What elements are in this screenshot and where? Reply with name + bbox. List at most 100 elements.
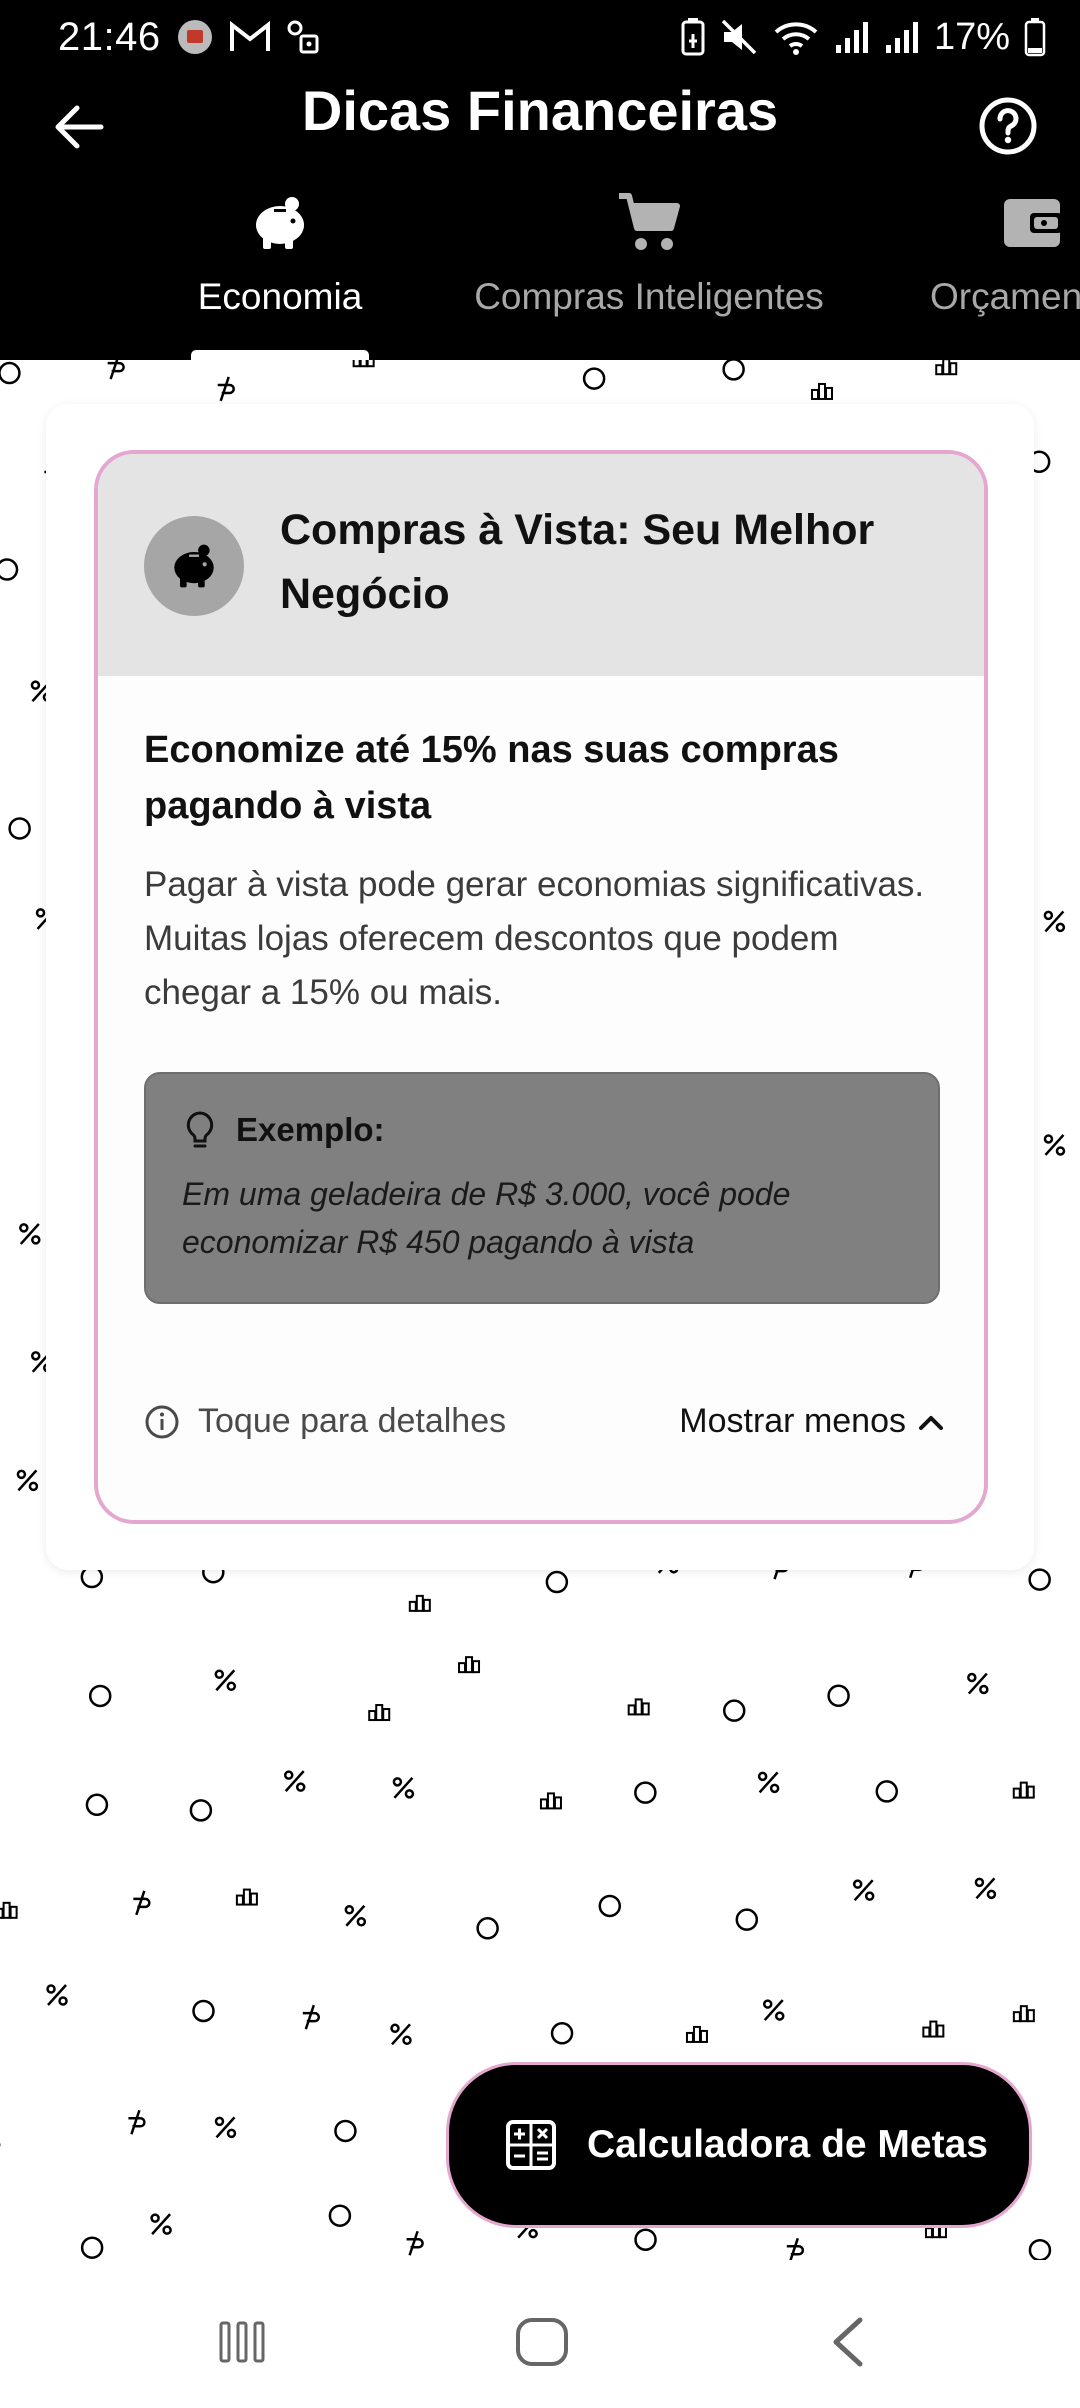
circle-pattern-glyph [85,1793,109,1817]
gmail-icon [229,20,271,54]
percent-pattern-glyph [392,1777,415,1799]
goal-calculator-button[interactable]: Calculadora de Metas [446,2062,1032,2228]
circle-pattern-glyph [192,1999,215,2023]
circle-pattern-glyph [8,817,31,840]
percent-pattern-glyph [762,1999,785,2021]
bars-pattern-glyph [352,360,375,368]
card-header: Compras à Vista: Seu Melhor Negócio [98,454,984,676]
percent-pattern-glyph [344,1904,367,1927]
percent-pattern-glyph [214,1669,237,1692]
bars-pattern-glyph [922,2020,945,2038]
circle-pattern-glyph [0,361,21,385]
goal-calculator-label: Calculadora de Metas [587,2123,988,2166]
circle-pattern-glyph [1028,2238,1052,2260]
currency-pattern-glyph [133,1890,151,1916]
circle-pattern-glyph [476,1917,499,1940]
tab-orcamento[interactable]: Orçamento [930,174,1080,360]
circle-pattern-glyph [827,1684,850,1708]
bars-pattern-glyph [1012,2005,1035,2023]
bars-pattern-glyph [0,1901,18,1919]
home-icon [516,2318,568,2366]
status-left: 21:46 [58,15,321,60]
circle-pattern-glyph [328,2204,352,2227]
chevron-up-icon [919,1415,943,1430]
currency-pattern-glyph [786,2237,805,2260]
circle-pattern-glyph [598,1894,622,1918]
card-footer: Toque para detalhes Mostrar menos [144,1402,944,1462]
circle-pattern-glyph [1028,1568,1051,1591]
status-time: 21:46 [58,14,161,59]
card-description: Pagar à vista pode gerar economias signi… [144,865,925,1012]
tab-economia[interactable]: Economia [191,174,369,360]
app-icon [175,17,215,57]
bars-pattern-glyph [539,1792,562,1810]
percent-pattern-glyph [283,1770,306,1792]
system-nav-bar [0,2272,1080,2408]
show-less-label: Mostrar menos [679,1402,906,1440]
card-avatar [144,516,244,616]
help-button[interactable] [972,90,1044,162]
example-text: Em uma geladeira de R$ 3.000, você pode … [182,1176,791,1260]
back-nav-button[interactable] [808,2312,888,2372]
currency-pattern-glyph [128,2109,146,2135]
card-body: Economize até 15% nas suas compras pagan… [144,722,944,1020]
tip-card[interactable]: Compras à Vista: Seu Melhor Negócio Econ… [94,450,988,1524]
cart-icon [617,188,681,258]
example-header: Exemplo: [184,1110,385,1150]
currency-pattern-glyph [217,376,235,402]
bars-pattern-glyph [368,1704,391,1722]
percent-pattern-glyph [757,1771,780,1794]
circle-pattern-glyph [634,2228,657,2251]
example-box: Exemplo: Em uma geladeira de R$ 3.000, v… [144,1072,940,1304]
tab-label: Compras Inteligentes [474,276,824,317]
tab-compras-inteligentes[interactable]: Compras Inteligentes [458,174,840,360]
percent-pattern-glyph [390,2023,412,2046]
currency-pattern-glyph [107,360,125,380]
percent-pattern-glyph [1043,910,1066,933]
recents-icon [219,2321,265,2363]
percent-pattern-glyph [1043,1134,1066,1156]
app-bar: Dicas Financeiras [0,74,1080,174]
mute-icon [720,18,758,56]
circle-pattern-glyph [0,558,19,581]
circle-pattern-glyph [722,1699,746,1722]
circle-pattern-glyph [80,1565,104,1589]
status-bar: 21:46 17% [0,0,1080,74]
circle-pattern-glyph [582,367,606,390]
bars-pattern-glyph [811,382,834,400]
recents-button[interactable] [202,2312,282,2372]
bars-pattern-glyph [685,2025,708,2043]
circle-pattern-glyph [634,1781,657,1804]
percent-pattern-glyph [46,1984,68,2006]
percent-pattern-glyph [967,1672,989,1695]
percent-pattern-glyph [214,2116,237,2139]
circle-pattern-glyph [735,1908,759,1931]
percent-pattern-glyph [19,1223,41,1245]
card-subtitle: Economize até 15% nas suas compras pagan… [144,729,839,827]
percent-pattern-glyph [974,1877,997,1900]
currency-pattern-glyph [406,2230,424,2256]
circle-pattern-glyph [545,1570,569,1594]
home-button[interactable] [502,2312,582,2372]
circle-pattern-glyph [550,2022,574,2045]
percent-pattern-glyph [16,1469,39,1492]
details-hint[interactable]: Toque para detalhes [144,1402,506,1441]
show-less-button[interactable]: Mostrar menos [679,1402,944,1441]
percent-pattern-glyph [150,2213,172,2235]
bars-pattern-glyph [408,1594,431,1612]
battery-saver-icon [680,17,706,57]
circle-pattern-glyph [189,1799,213,1822]
circle-pattern-glyph [875,1780,899,1803]
screen: 21:46 17% Dicas Financeiras Economia Com… [0,0,1080,2408]
wallet-icon [930,188,1062,258]
help-circle-icon [979,97,1037,155]
battery-percent: 17% [933,15,1010,58]
bars-pattern-glyph [458,1656,481,1674]
bars-pattern-glyph [235,1888,258,1906]
percent-pattern-glyph [852,1879,875,1901]
lightbulb-icon [186,1111,214,1148]
wifi-icon [772,18,820,56]
bars-pattern-glyph [627,1698,650,1716]
info-icon [145,1405,179,1438]
circle-pattern-glyph [88,1684,112,1708]
